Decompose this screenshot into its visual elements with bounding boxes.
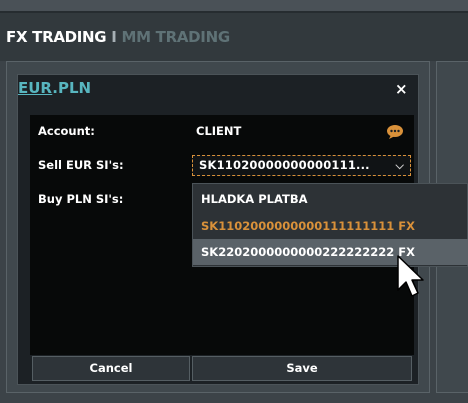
- currency-to: PLN: [57, 79, 92, 97]
- dialog-title: EUR.PLN: [18, 79, 91, 97]
- cancel-button[interactable]: Cancel: [32, 356, 190, 381]
- tab-title: FX TRADING I MM TRADING: [6, 28, 230, 46]
- currency-from-link[interactable]: EUR: [18, 79, 52, 97]
- tab-mm-trading[interactable]: MM TRADING: [121, 28, 230, 46]
- save-button[interactable]: Save: [192, 356, 412, 381]
- sell-si-selected-value: SK11020000000000111...: [199, 158, 370, 172]
- sell-label: Sell EUR SI's:: [38, 158, 124, 172]
- dropdown-option-hladka-platba[interactable]: HLADKA PLATBA: [193, 186, 468, 212]
- dropdown-option-sk1102[interactable]: SK1102000000000111111111 FX: [193, 213, 468, 239]
- buy-label: Buy PLN SI's:: [38, 192, 124, 206]
- account-value: CLIENT: [196, 124, 242, 138]
- top-strip: [0, 0, 468, 11]
- tab-fx-trading[interactable]: FX TRADING: [6, 28, 107, 46]
- sell-si-select[interactable]: SK11020000000000111... ⌵: [192, 155, 411, 176]
- chevron-down-icon[interactable]: ⌵: [395, 156, 404, 175]
- mouse-pointer-icon: [397, 255, 424, 297]
- close-icon[interactable]: ×: [395, 80, 408, 98]
- chat-bubble-icon[interactable]: [386, 124, 404, 140]
- tab-bar: FX TRADING I MM TRADING: [0, 11, 468, 61]
- tab-separator: I: [111, 28, 117, 46]
- account-label: Account:: [38, 124, 95, 138]
